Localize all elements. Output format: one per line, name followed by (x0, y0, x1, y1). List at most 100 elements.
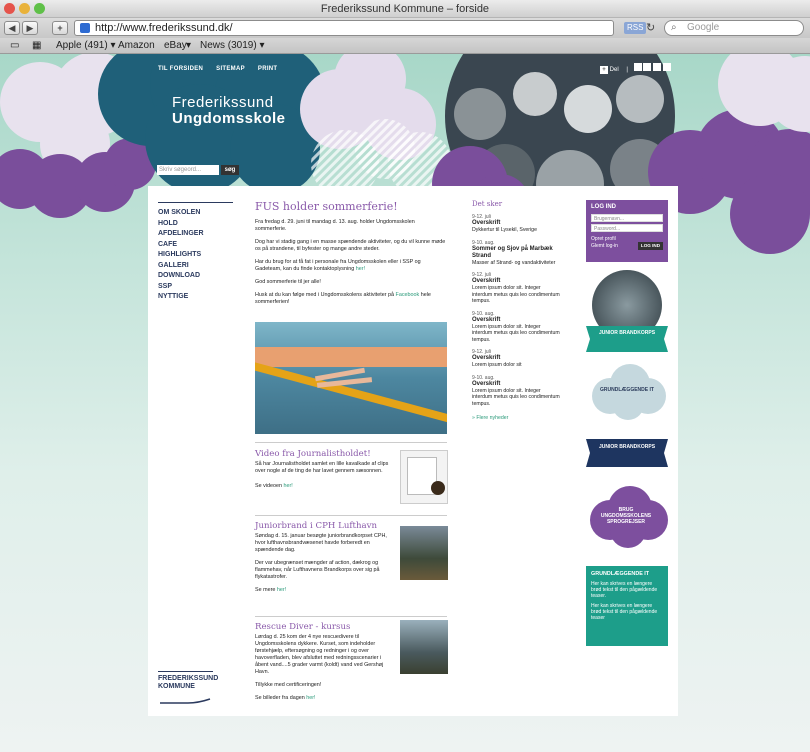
kommune-line1: FREDERIKSSUND (158, 675, 219, 682)
nav-divider (158, 202, 233, 203)
url-field[interactable]: http://www.frederikssund.dk/ (74, 20, 614, 36)
nav-om-skolen[interactable]: OM SKOLEN (158, 208, 233, 219)
web-page: TIL FORSIDEN SITEMAP PRINT + Del | Frede… (0, 54, 810, 752)
nav-cafe[interactable]: CAFE (158, 240, 233, 251)
browser-toolbar: ◀ ▶ + http://www.frederikssund.dk/ RSS ↻… (0, 18, 810, 38)
event-text: Lorem ipsum dolor sit. Integer interdum … (472, 387, 560, 407)
juniorbrand-more: Se mere her! (255, 587, 447, 594)
plus-icon[interactable]: + (600, 66, 608, 74)
grundlaeggende-it-teaser[interactable]: GRUNDLÆGGENDE IT Her kan skrives en læng… (586, 566, 668, 646)
print-share-icon[interactable] (643, 63, 652, 71)
bookmark-apple[interactable]: Apple (491) ▾ (56, 38, 116, 54)
grundlaeggende-it-label[interactable]: GRUNDLÆGGENDE IT (586, 387, 668, 393)
bookmark-menu-arrow[interactable]: ▾ (186, 38, 191, 54)
diver-image (400, 620, 448, 674)
article-p4: God sommerferie til jer alle! (255, 279, 321, 285)
event-item[interactable]: 9-10. aug. Overskrift Lorem ipsum dolor si… (472, 311, 562, 344)
logo-line1[interactable]: Frederikssund (172, 94, 274, 111)
site-search-input[interactable]: Skriv søgeord... (157, 165, 219, 175)
juniorbrand-text: Søndag d. 15. januar besøgte juniorbrand… (255, 533, 387, 553)
bookmark-news[interactable]: News (3019) ▾ (200, 38, 265, 54)
article-p2: Dog har vi stadig gang i en masse spænde… (255, 239, 446, 252)
open-book-icon[interactable]: ▭ (10, 38, 19, 54)
sprogrejser-label[interactable]: BRUG UNGDOMSSKOLENS SPROGREJSER (593, 507, 659, 525)
bookmark-amazon[interactable]: Amazon (118, 38, 155, 54)
divider-1 (255, 442, 447, 443)
rss-button[interactable]: RSS (624, 22, 647, 34)
reload-icon[interactable]: ↻ (646, 21, 655, 34)
article-p1: Fra fredag d. 29. juni til mandag d. 13.… (255, 219, 415, 232)
nav-galleri[interactable]: GALLERI (158, 261, 233, 272)
event-title: Sommer og Sjov på Marbæk Strand (472, 245, 553, 259)
junior-brandkorps-label-2[interactable]: JUNIOR BRANDKORPS (586, 444, 668, 450)
topnav-home[interactable]: TIL FORSIDEN (158, 66, 203, 72)
video-more-text: Se videoen (255, 483, 282, 489)
email-share-icon[interactable] (633, 63, 642, 71)
login-box: LOG IND Brugernavn... Password... Opret … (586, 200, 668, 262)
junior-brandkorps-label-1[interactable]: JUNIOR BRANDKORPS (586, 330, 668, 336)
event-item[interactable]: 9-12. juli Overskrift Dykkertur til Lyseki… (472, 214, 562, 234)
back-button[interactable]: ◀ (4, 21, 20, 35)
add-bookmark-button[interactable]: + (52, 21, 68, 35)
event-text: Lorem ipsum dolor sit (472, 362, 522, 368)
event-text: Lorem ipsum dolor sit. Integer interdum … (472, 285, 560, 304)
facebook-link[interactable]: Facebook (396, 292, 420, 298)
url-text: http://www.frederikssund.dk/ (95, 22, 233, 34)
main-article: FUS holder sommerferie! Fra fredag d. 29… (255, 200, 447, 306)
events-title: Det sker (472, 200, 503, 208)
username-input[interactable]: Brugernavn... (591, 214, 663, 222)
notepad-image (400, 450, 448, 504)
site-search-button[interactable]: søg (221, 165, 239, 175)
event-title: Overskrift (472, 220, 501, 226)
event-item[interactable]: 9-10. aug. Sommer og Sjov på Marbæk Stran… (472, 240, 562, 267)
bookmark-ebay[interactable]: eBay (164, 38, 187, 54)
nav-ssp[interactable]: SSP (158, 282, 233, 293)
event-item[interactable]: 9-10. aug. Overskrift Lorem ipsum dolor si… (472, 375, 562, 408)
kommune-line2: KOMMUNE (158, 683, 195, 690)
password-input[interactable]: Password... (591, 224, 663, 232)
video-link[interactable]: her! (283, 483, 292, 489)
forward-button[interactable]: ▶ (22, 21, 38, 35)
more-events-link[interactable]: » Flere nyheder (472, 415, 562, 422)
juniorbrand-more-text: Se mere (255, 587, 276, 593)
rescue-text2: Tillykke med certificeringen! (255, 682, 322, 688)
rescue-link[interactable]: her! (306, 695, 315, 701)
kommune-logo[interactable]: FREDERIKSSUND KOMMUNE (158, 671, 219, 712)
share-label[interactable]: Del (610, 67, 619, 73)
event-title: Overskrift (472, 316, 501, 323)
facebook-share-icon[interactable] (652, 63, 661, 71)
nav-nyttige[interactable]: NYTTIGE (158, 292, 233, 303)
nav-afdelinger[interactable]: AFDELINGER (158, 229, 233, 240)
google-search-field[interactable]: ⌕ Google (664, 20, 804, 36)
teaser-text-2: Her kan skrives en længere brød tekst ti… (591, 603, 658, 621)
left-navigation: OM SKOLEN HOLD AFDELINGER CAFE HIGHLIGHT… (158, 208, 233, 303)
event-item[interactable]: 9-12. juli Overskrift Lorem ipsum dolor si… (472, 272, 562, 305)
event-item[interactable]: 9-12. juli Overskrift Lorem ipsum dolor si… (472, 349, 562, 369)
twitter-share-icon[interactable] (662, 63, 671, 71)
airport-image (400, 526, 448, 580)
site-favicon-icon (80, 23, 90, 33)
topnav-print[interactable]: PRINT (258, 66, 278, 72)
article-p3: Har du brug for at få fat i personale fr… (255, 259, 447, 273)
nav-download[interactable]: DOWNLOAD (158, 271, 233, 282)
grid-icon[interactable]: ▦ (32, 38, 41, 54)
rescue-more-text: Se billeder fra dagen (255, 695, 305, 701)
teaser-text-1: Her kan skrives en længere brød tekst ti… (591, 581, 658, 599)
create-profile-link[interactable]: Opret profil (591, 236, 616, 242)
window-titlebar: Frederikssund Kommune – forside (0, 0, 810, 18)
login-title: LOG IND (591, 204, 616, 210)
events-column: Det sker 9-12. juli Overskrift Dykkertur t… (472, 200, 562, 422)
logo-line2[interactable]: Ungdomsskole (172, 110, 286, 127)
kommune-wave-icon (160, 698, 211, 704)
contact-link[interactable]: her! (356, 266, 365, 272)
rescue-more: Se billeder fra dagen her! (255, 695, 447, 702)
divider-3 (255, 616, 447, 617)
nav-hold[interactable]: HOLD (158, 219, 233, 230)
google-search-placeholder: Google (687, 22, 720, 33)
forgot-login-link[interactable]: Glemt log-in (591, 243, 618, 249)
nav-highlights[interactable]: HIGHLIGHTS (158, 250, 233, 261)
event-title: Overskrift (472, 355, 501, 361)
login-button[interactable]: LOG IND (638, 242, 663, 250)
topnav-sitemap[interactable]: SITEMAP (216, 66, 245, 72)
juniorbrand-link[interactable]: her! (277, 587, 286, 593)
